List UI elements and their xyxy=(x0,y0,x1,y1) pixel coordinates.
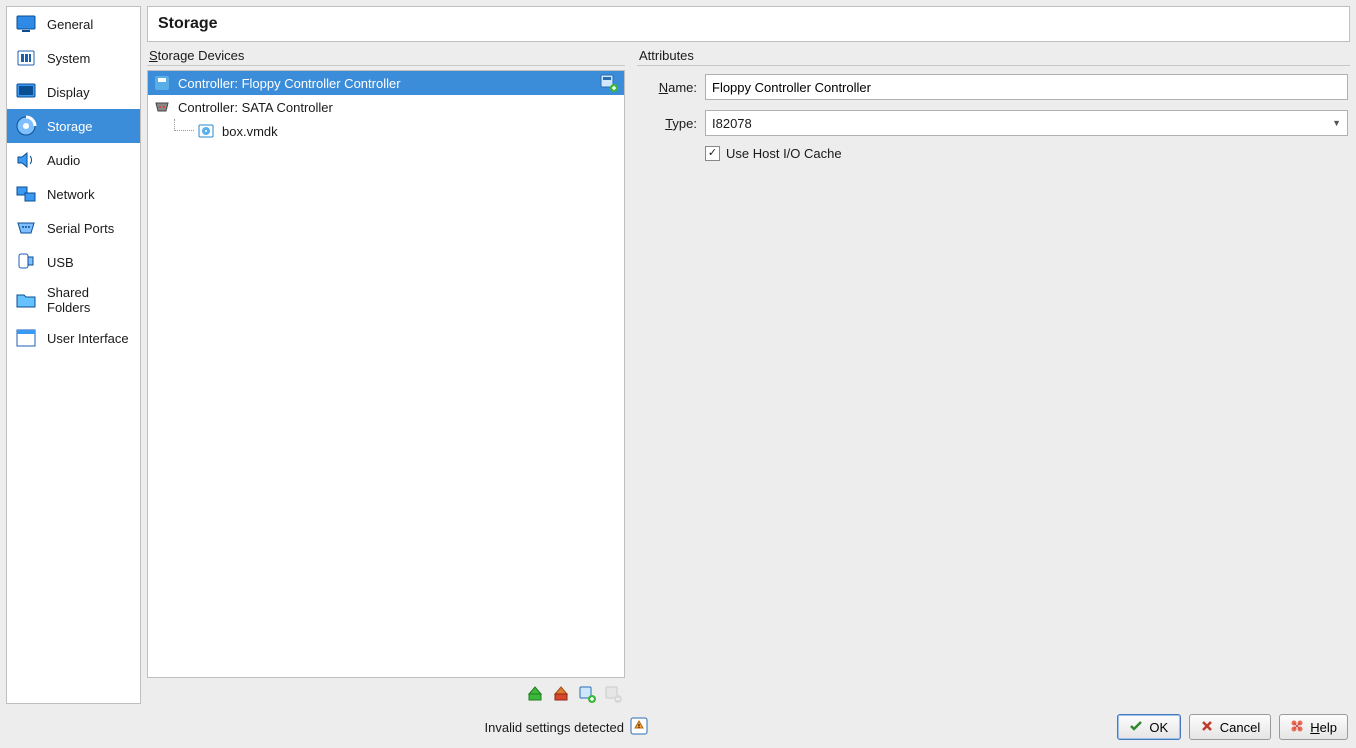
sidebar-item-audio[interactable]: Audio xyxy=(7,143,140,177)
invalid-settings-message: Invalid settings detected xyxy=(485,720,624,735)
tree-connector-line xyxy=(174,119,194,131)
sidebar-item-label: Serial Ports xyxy=(47,221,114,236)
tree-row-label: Controller: Floppy Controller Controller xyxy=(178,76,401,91)
floppy-controller-icon xyxy=(154,75,170,91)
tree-row-label: box.vmdk xyxy=(222,124,278,139)
usb-icon xyxy=(15,251,37,273)
sidebar-item-label: USB xyxy=(47,255,74,270)
tree-controller-sata[interactable]: Controller: SATA Controller xyxy=(148,95,624,119)
cancel-icon xyxy=(1200,719,1214,736)
sidebar-item-system[interactable]: System xyxy=(7,41,140,75)
sidebar-item-label: Storage xyxy=(47,119,93,134)
tree-row-label: Controller: SATA Controller xyxy=(178,100,333,115)
sidebar-item-label: User Interface xyxy=(47,331,129,346)
type-label: Type: xyxy=(639,116,697,131)
sidebar-item-label: Shared Folders xyxy=(47,285,132,315)
display-icon xyxy=(15,81,37,103)
sidebar-item-display[interactable]: Display xyxy=(7,75,140,109)
controller-type-select[interactable]: I82078 ▼ xyxy=(705,110,1348,136)
remove-controller-button[interactable] xyxy=(551,684,571,704)
help-icon xyxy=(1290,719,1304,736)
sidebar-item-label: Network xyxy=(47,187,95,202)
sidebar-item-shared-folders[interactable]: Shared Folders xyxy=(7,279,140,321)
name-label: Name: xyxy=(639,80,697,95)
controller-type-value: I82078 xyxy=(712,116,752,131)
sidebar-item-general[interactable]: General xyxy=(7,7,140,41)
help-button[interactable]: Help xyxy=(1279,714,1348,740)
window-icon xyxy=(15,327,37,349)
sidebar-item-label: Audio xyxy=(47,153,80,168)
speaker-icon xyxy=(15,149,37,171)
network-icon xyxy=(15,183,37,205)
sidebar-item-storage[interactable]: Storage xyxy=(7,109,140,143)
sidebar-item-label: Display xyxy=(47,85,90,100)
page-title: Storage xyxy=(158,15,1339,33)
sidebar-item-label: System xyxy=(47,51,90,66)
add-controller-button[interactable] xyxy=(525,684,545,704)
check-icon xyxy=(1129,719,1143,736)
sidebar-item-serial-ports[interactable]: Serial Ports xyxy=(7,211,140,245)
cancel-button[interactable]: Cancel xyxy=(1189,714,1271,740)
disc-icon xyxy=(15,115,37,137)
sidebar-item-label: General xyxy=(47,17,93,32)
use-host-io-cache-label: Use Host I/O Cache xyxy=(726,146,842,161)
chip-icon xyxy=(15,47,37,69)
settings-sidebar: General System Display Storage Audio xyxy=(6,6,141,704)
sidebar-item-user-interface[interactable]: User Interface xyxy=(7,321,140,355)
ok-button-label: OK xyxy=(1149,720,1168,735)
storage-toolbar xyxy=(147,678,625,704)
controller-name-input[interactable] xyxy=(705,74,1348,100)
monitor-icon xyxy=(15,13,37,35)
tree-controller-floppy[interactable]: Controller: Floppy Controller Controller xyxy=(148,71,624,95)
attributes-group-label: Attributes xyxy=(637,48,1350,66)
page-title-bar: Storage xyxy=(147,6,1350,42)
storage-devices-tree[interactable]: Controller: Floppy Controller Controller… xyxy=(147,70,625,678)
tree-disk-box-vmdk[interactable]: box.vmdk xyxy=(148,119,624,143)
add-floppy-drive-icon[interactable] xyxy=(600,74,618,92)
ok-button[interactable]: OK xyxy=(1117,714,1181,740)
storage-devices-group-label: Storage Devices xyxy=(147,48,625,66)
use-host-io-cache-checkbox[interactable]: ✓ xyxy=(705,146,720,161)
sata-controller-icon xyxy=(154,99,170,115)
serial-port-icon xyxy=(15,217,37,239)
add-attachment-button[interactable] xyxy=(577,684,597,704)
help-button-label: Help xyxy=(1310,720,1337,735)
warning-icon[interactable] xyxy=(630,717,648,738)
sidebar-item-network[interactable]: Network xyxy=(7,177,140,211)
chevron-down-icon: ▼ xyxy=(1332,118,1341,128)
sidebar-item-usb[interactable]: USB xyxy=(7,245,140,279)
cancel-button-label: Cancel xyxy=(1220,720,1260,735)
remove-attachment-button[interactable] xyxy=(603,684,623,704)
folder-icon xyxy=(15,289,37,311)
hard-disk-icon xyxy=(198,123,214,139)
